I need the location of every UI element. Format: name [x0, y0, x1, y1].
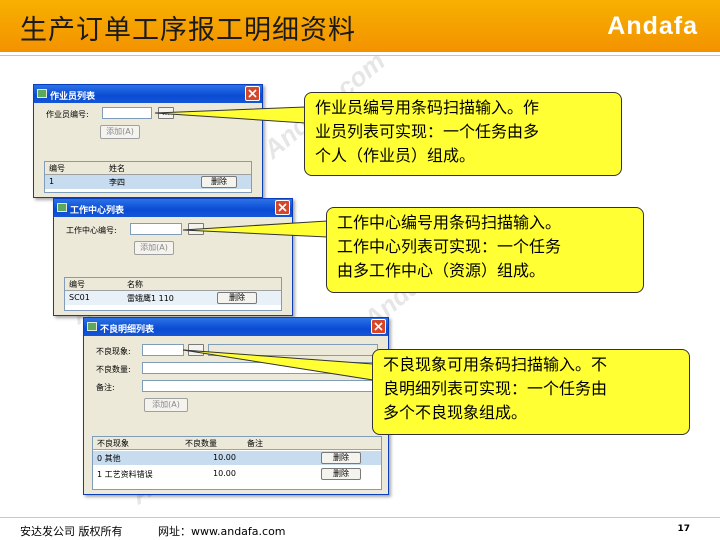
- defect-window-titlebar[interactable]: 不良明细列表: [84, 318, 388, 336]
- operator-grid: 编号 姓名 1 李四 删除: [44, 161, 252, 193]
- operator-grid-header: 编号 姓名: [45, 162, 251, 175]
- slide-title: 生产订单工序报工明细资料: [20, 15, 356, 46]
- close-icon[interactable]: [275, 200, 290, 215]
- table-row[interactable]: SC01 雷蛾鹰1 110 删除: [65, 291, 281, 305]
- callout-line: 工作中心编号用条码扫描输入。: [337, 213, 562, 232]
- close-icon[interactable]: [245, 86, 260, 101]
- defect-phenomenon-label: 不良现象:: [96, 347, 131, 356]
- footer-divider: [0, 517, 720, 518]
- column-header-remark: 备注: [247, 439, 263, 448]
- table-row[interactable]: 1 工艺资料错误 10.00 删除: [93, 467, 381, 481]
- header-divider: [0, 52, 720, 56]
- column-header-name: 姓名: [109, 164, 125, 173]
- workcenter-grid: 编号 名称 SC01 雷蛾鹰1 110 删除: [64, 277, 282, 311]
- defect-remark-input[interactable]: [142, 380, 378, 392]
- column-header-code: 编号: [49, 164, 65, 173]
- defect-row-quantity: 10.00: [213, 453, 236, 462]
- delete-button[interactable]: 删除: [201, 176, 237, 188]
- callout-line: 业员列表可实现：一个任务由多: [315, 122, 540, 141]
- workcenter-grid-header: 编号 名称: [65, 278, 281, 291]
- callout-line: 不良现象可用条码扫描输入。不: [383, 355, 608, 374]
- callout-line: 良明细列表可实现：一个任务由: [383, 379, 608, 398]
- workcenter-list-window: 工作中心列表 工作中心编号: … 添加(A) 编号 名称 SC01 雷蛾鹰1 1…: [53, 198, 293, 316]
- slide-header: 生产订单工序报工明细资料 Andafa: [0, 0, 720, 52]
- defect-quantity-label: 不良数量:: [96, 365, 131, 374]
- column-header-quantity: 不良数量: [185, 439, 217, 448]
- operator-list-window: 作业员列表 作业员编号: … 添加(A) 编号 姓名 1 李四 删除: [33, 84, 263, 198]
- footer-url: 网址：www.andafa.com: [158, 525, 286, 538]
- lookup-ellipsis: …: [162, 108, 170, 117]
- workcenter-window-title: 工作中心列表: [70, 206, 125, 216]
- callout-workcenter: 工作中心编号用条码扫描输入。 工作中心列表可实现：一个任务 由多工作中心（资源）…: [326, 207, 644, 293]
- workcenter-lookup-button[interactable]: …: [188, 223, 204, 235]
- workcenter-code-label: 工作中心编号:: [66, 226, 117, 235]
- lookup-ellipsis: …: [192, 224, 200, 233]
- column-header-phenomenon: 不良现象: [97, 439, 129, 448]
- column-header-code: 编号: [69, 280, 85, 289]
- callout-line: 由多工作中心（资源）组成。: [337, 261, 546, 280]
- workcenter-code-input[interactable]: [130, 223, 182, 235]
- defect-add-button[interactable]: 添加(A): [144, 398, 188, 412]
- defect-row-quantity: 10.00: [213, 469, 236, 478]
- operator-window-titlebar[interactable]: 作业员列表: [34, 85, 262, 103]
- lookup-ellipsis: …: [192, 345, 200, 354]
- brand-logo: Andafa: [607, 12, 698, 40]
- app-icon: [57, 203, 67, 212]
- workcenter-row-code: SC01: [69, 293, 90, 302]
- callout-line: 多个不良现象组成。: [383, 403, 528, 422]
- callout-defect: 不良现象可用条码扫描输入。不 良明细列表可实现：一个任务由 多个不良现象组成。: [372, 349, 690, 435]
- callout-line: 个人（作业员）组成。: [315, 146, 476, 165]
- defect-row-phenomenon: 1 工艺资料错误: [97, 470, 153, 479]
- workcenter-row-name: 雷蛾鹰1 110: [127, 294, 174, 303]
- operator-window-title: 作业员列表: [50, 92, 96, 102]
- delete-button[interactable]: 删除: [217, 292, 257, 304]
- defect-list-window: 不良明细列表 不良现象: … 不良数量: 备注: 添加(A) 不良现象 不良数量…: [83, 317, 389, 495]
- defect-grid-header: 不良现象 不良数量 备注: [93, 437, 381, 450]
- app-icon: [37, 89, 47, 98]
- callout-line: 作业员编号用条码扫描输入。作: [315, 98, 540, 117]
- app-icon: [87, 322, 97, 331]
- operator-row-code: 1: [49, 177, 55, 186]
- table-row[interactable]: 1 李四 删除: [45, 175, 251, 189]
- close-icon[interactable]: [371, 319, 386, 334]
- page-number: 17: [677, 524, 690, 534]
- workcenter-window-titlebar[interactable]: 工作中心列表: [54, 199, 292, 217]
- column-header-name: 名称: [127, 280, 143, 289]
- defect-quantity-input[interactable]: [142, 362, 378, 374]
- footer-copyright: 安达发公司 版权所有: [20, 525, 123, 538]
- delete-button[interactable]: 删除: [321, 468, 361, 480]
- defect-phenomenon-name-field: [208, 344, 378, 356]
- operator-lookup-button[interactable]: …: [158, 107, 174, 119]
- operator-code-input[interactable]: [102, 107, 152, 119]
- defect-phenomenon-input[interactable]: [142, 344, 184, 356]
- table-row[interactable]: 0 其他 10.00 删除: [93, 451, 381, 465]
- operator-code-label: 作业员编号:: [46, 110, 89, 119]
- callout-operator: 作业员编号用条码扫描输入。作 业员列表可实现：一个任务由多 个人（作业员）组成。: [304, 92, 622, 176]
- delete-button[interactable]: 删除: [321, 452, 361, 464]
- defect-row-phenomenon: 0 其他: [97, 454, 121, 463]
- operator-add-button[interactable]: 添加(A): [100, 125, 140, 139]
- defect-lookup-button[interactable]: …: [188, 344, 204, 356]
- workcenter-add-button[interactable]: 添加(A): [134, 241, 174, 255]
- defect-grid: 不良现象 不良数量 备注 0 其他 10.00 删除 1 工艺资料错误 10.0…: [92, 436, 382, 490]
- operator-row-name: 李四: [109, 178, 125, 187]
- callout-line: 工作中心列表可实现：一个任务: [337, 237, 562, 256]
- defect-window-title: 不良明细列表: [100, 325, 155, 335]
- defect-remark-label: 备注:: [96, 383, 115, 392]
